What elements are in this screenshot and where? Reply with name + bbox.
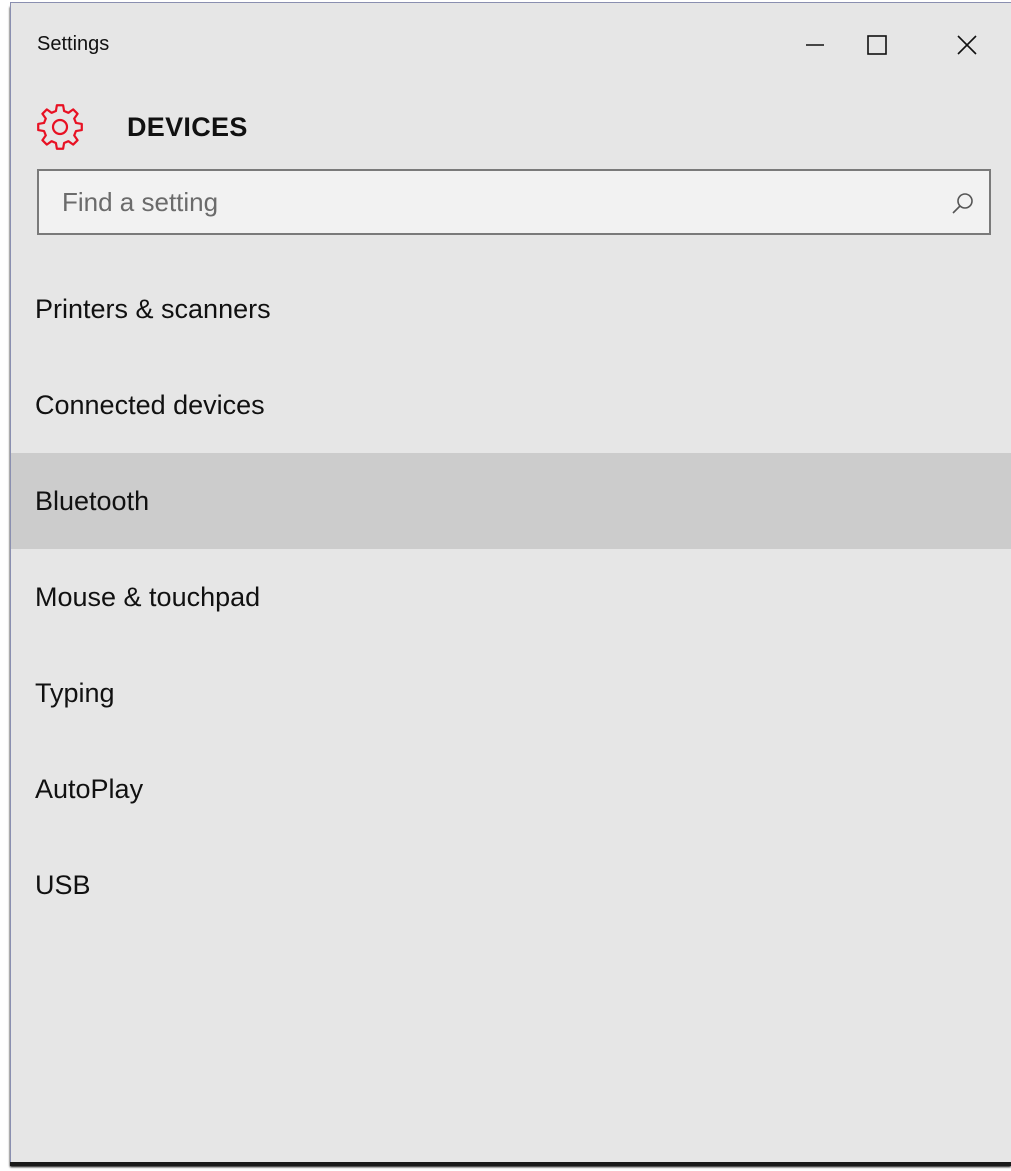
search-input[interactable] <box>39 171 989 233</box>
nav-item-connected-devices[interactable]: Connected devices <box>11 357 1011 453</box>
minimize-icon <box>806 44 824 46</box>
nav-item-bluetooth[interactable]: Bluetooth <box>11 453 1011 549</box>
nav-item-printers-scanners[interactable]: Printers & scanners <box>11 261 1011 357</box>
close-button[interactable] <box>939 21 995 69</box>
settings-window: Settings DEVICES Find a setting Printers… <box>10 2 1011 1162</box>
window-title: Settings <box>37 33 110 55</box>
devices-nav-list: Printers & scanners Connected devices Bl… <box>11 261 1011 933</box>
title-bar[interactable]: Settings <box>11 3 1011 81</box>
minimize-button[interactable] <box>787 21 843 69</box>
nav-item-autoplay[interactable]: AutoPlay <box>11 741 1011 837</box>
nav-item-mouse-touchpad[interactable]: Mouse & touchpad <box>11 549 1011 645</box>
search-box[interactable] <box>37 169 991 235</box>
nav-item-usb[interactable]: USB <box>11 837 1011 933</box>
maximize-icon <box>867 35 887 55</box>
nav-item-typing[interactable]: Typing <box>11 645 1011 741</box>
page-header: DEVICES <box>35 99 248 155</box>
search-icon[interactable] <box>951 191 975 215</box>
gear-icon <box>37 104 83 150</box>
gear-outline <box>37 104 83 150</box>
maximize-button[interactable] <box>849 21 905 69</box>
close-icon <box>957 35 977 55</box>
page-title: DEVICES <box>127 111 248 142</box>
